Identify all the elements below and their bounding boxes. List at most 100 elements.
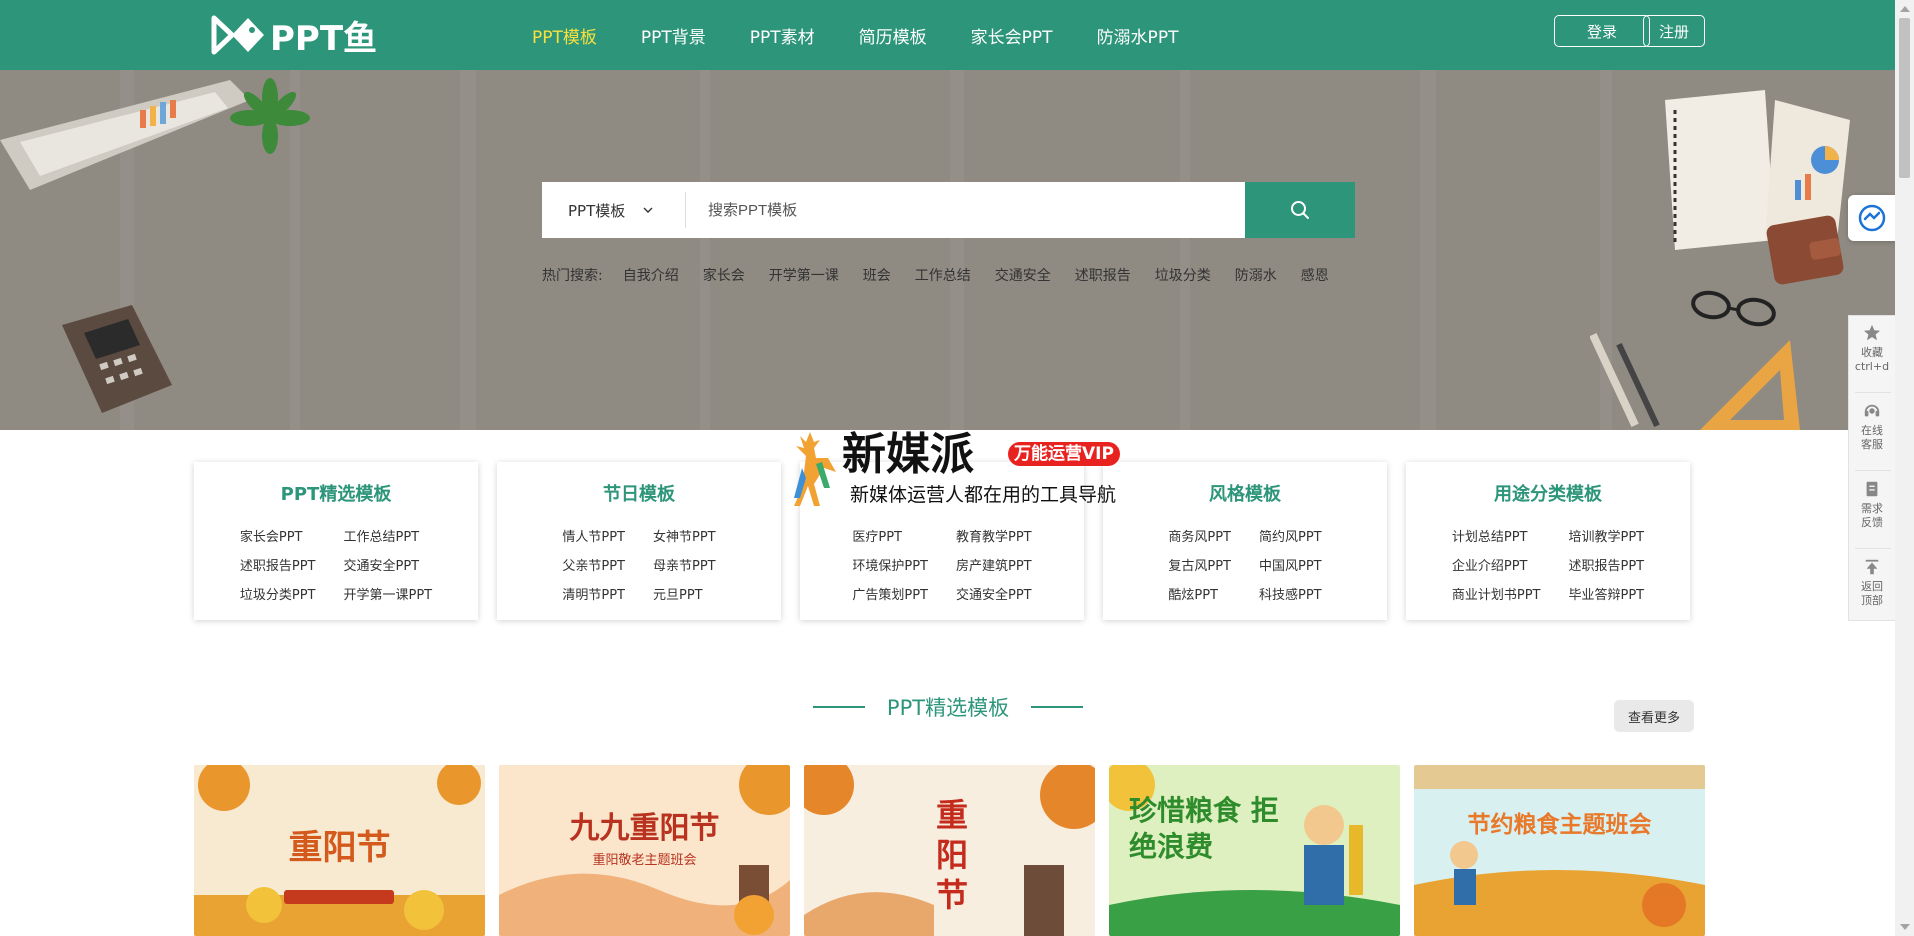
category-link[interactable]: 教育教学PPT (956, 526, 1032, 545)
ruler-pencil-illustration (1590, 332, 1800, 430)
hot-search-term[interactable]: 述职报告 (1075, 265, 1131, 285)
thumbnail-artwork (1414, 765, 1705, 936)
nav-drowning-prevention[interactable]: 防溺水PPT (1097, 23, 1179, 48)
category-link[interactable]: 女神节PPT (653, 526, 716, 545)
hot-search-term[interactable]: 工作总结 (915, 265, 971, 285)
hot-search-label: 热门搜索: (542, 268, 603, 284)
thumbnail-title: 珍惜粮食 拒绝浪费 (1129, 794, 1279, 863)
category-link[interactable]: 复古风PPT (1168, 555, 1231, 574)
search-button[interactable] (1245, 182, 1355, 238)
calculator-illustration (62, 305, 172, 413)
feedback-button[interactable]: 需求 反馈 (1849, 480, 1895, 530)
category-link[interactable]: 医疗PPT (852, 526, 928, 545)
hot-search-term[interactable]: 交通安全 (995, 265, 1051, 285)
nav-ppt-backgrounds[interactable]: PPT背景 (641, 23, 706, 48)
watermark-badge: 万能运营VIP (1008, 442, 1120, 466)
category-card-usage: 用途分类模板 计划总结PPT 培训教学PPT 企业介绍PPT 述职报告PPT 商… (1406, 462, 1690, 620)
template-thumbnail[interactable]: 九九重阳节 重阳敬老主题班会 (499, 765, 790, 936)
category-link[interactable]: 情人节PPT (562, 526, 625, 545)
hot-search-term[interactable]: 开学第一课 (769, 265, 839, 285)
category-link[interactable]: 交通安全PPT (344, 555, 433, 574)
divider (812, 706, 865, 708)
category-card-featured: PPT精选模板 家长会PPT 工作总结PPT 述职报告PPT 交通安全PPT 垃… (194, 462, 478, 620)
hot-search-term[interactable]: 班会 (863, 265, 891, 285)
nav-ppt-templates[interactable]: PPT模板 (532, 23, 597, 48)
category-link[interactable]: 垃圾分类PPT (240, 584, 316, 603)
register-button[interactable]: 注册 (1643, 15, 1705, 47)
category-link[interactable]: 开学第一课PPT (344, 584, 433, 603)
document-icon (1866, 481, 1878, 497)
category-link[interactable]: 父亲节PPT (562, 555, 625, 574)
section-heading: PPT精选模板 (808, 690, 1088, 724)
site-logo[interactable]: PPT鱼 (210, 10, 377, 60)
card-title[interactable]: 节日模板 (497, 480, 781, 506)
thumbnail-title: 重阳节 (288, 828, 391, 868)
hot-search-term[interactable]: 家长会 (703, 265, 745, 285)
favorite-button[interactable]: 收藏 ctrl+d (1849, 324, 1895, 374)
category-link[interactable]: 广告策划PPT (852, 584, 928, 603)
search-input[interactable] (686, 182, 1245, 238)
category-link[interactable]: 商业计划书PPT (1452, 584, 1541, 603)
scroll-down-arrow[interactable] (1900, 924, 1910, 930)
laptop-illustration (0, 80, 250, 190)
category-link[interactable]: 中国风PPT (1259, 555, 1322, 574)
nav-ppt-materials[interactable]: PPT素材 (750, 23, 815, 48)
thumbnail-title: 节约粮食主题班会 (1467, 812, 1652, 838)
category-link[interactable]: 房产建筑PPT (956, 555, 1032, 574)
template-thumbnail[interactable]: 珍惜粮食 拒绝浪费 (1109, 765, 1400, 936)
category-link[interactable]: 环境保护PPT (852, 555, 928, 574)
category-link[interactable]: 企业介绍PPT (1452, 555, 1541, 574)
login-button[interactable]: 登录 (1554, 15, 1650, 47)
watermark-title: 新媒派 (842, 429, 974, 480)
nav-resume-templates[interactable]: 简历模板 (859, 23, 927, 48)
scroll-up-arrow[interactable] (1900, 6, 1910, 12)
thumbnail-subtitle: 重阳敬老主题班会 (592, 853, 697, 868)
category-link[interactable]: 元旦PPT (653, 584, 716, 603)
online-support-button[interactable]: 在线 客服 (1849, 402, 1895, 452)
hot-search-term[interactable]: 防溺水 (1235, 265, 1277, 285)
back-to-top-label: 返回 (1861, 580, 1883, 593)
card-title[interactable]: 风格模板 (1103, 480, 1387, 506)
headset-icon (1864, 404, 1880, 417)
view-more-button[interactable]: 查看更多 (1614, 700, 1694, 732)
category-link[interactable]: 家长会PPT (240, 526, 316, 545)
hot-search-term[interactable]: 感恩 (1301, 265, 1329, 285)
main-nav: PPT模板 PPT背景 PPT素材 简历模板 家长会PPT 防溺水PPT (532, 0, 1222, 70)
floating-app-button[interactable] (1848, 195, 1896, 241)
template-thumbnail[interactable]: 节约粮食主题班会 (1414, 765, 1705, 936)
nav-parent-meeting[interactable]: 家长会PPT (971, 23, 1053, 48)
chevron-down-icon (643, 207, 653, 213)
back-to-top-button[interactable]: 返回 顶部 (1849, 558, 1895, 608)
category-link[interactable]: 述职报告PPT (1569, 555, 1645, 574)
category-link[interactable]: 工作总结PPT (344, 526, 433, 545)
category-link[interactable]: 清明节PPT (562, 584, 625, 603)
section-title: PPT精选模板 (886, 696, 1010, 720)
category-link[interactable]: 科技感PPT (1259, 584, 1322, 603)
scrollbar-thumb[interactable] (1899, 18, 1910, 178)
card-title[interactable]: 用途分类模板 (1406, 480, 1690, 506)
template-thumbnail[interactable]: 重阳节 (194, 765, 485, 936)
category-card-holidays: 节日模板 情人节PPT 女神节PPT 父亲节PPT 母亲节PPT 清明节PPT … (497, 462, 781, 620)
deer-logo-icon (794, 432, 836, 506)
category-link[interactable]: 计划总结PPT (1452, 526, 1541, 545)
search-category-label: PPT模板 (568, 201, 626, 220)
feedback-label: 需求 (1861, 502, 1883, 515)
thumbnail-title: 九九重阳节 (569, 811, 720, 846)
page-scrollbar[interactable] (1895, 0, 1914, 936)
category-link[interactable]: 毕业答辩PPT (1569, 584, 1645, 603)
hot-search-term[interactable]: 垃圾分类 (1155, 265, 1211, 285)
search-category-select[interactable]: PPT模板 (542, 192, 686, 228)
category-link[interactable]: 母亲节PPT (653, 555, 716, 574)
category-link[interactable]: 述职报告PPT (240, 555, 316, 574)
category-link[interactable]: 商务风PPT (1168, 526, 1231, 545)
template-thumbnail[interactable]: 重阳节 (804, 765, 1095, 936)
support-sub: 客服 (1861, 438, 1883, 451)
category-link[interactable]: 酷炫PPT (1168, 584, 1231, 603)
category-link[interactable]: 培训教学PPT (1569, 526, 1645, 545)
search-icon (1291, 201, 1309, 219)
category-link[interactable]: 交通安全PPT (956, 584, 1032, 603)
hot-search-term[interactable]: 自我介绍 (623, 265, 679, 285)
category-link[interactable]: 简约风PPT (1259, 526, 1322, 545)
top-header: PPT鱼 PPT模板 PPT背景 PPT素材 简历模板 家长会PPT 防溺水PP… (0, 0, 1895, 70)
card-title[interactable]: PPT精选模板 (194, 480, 478, 506)
